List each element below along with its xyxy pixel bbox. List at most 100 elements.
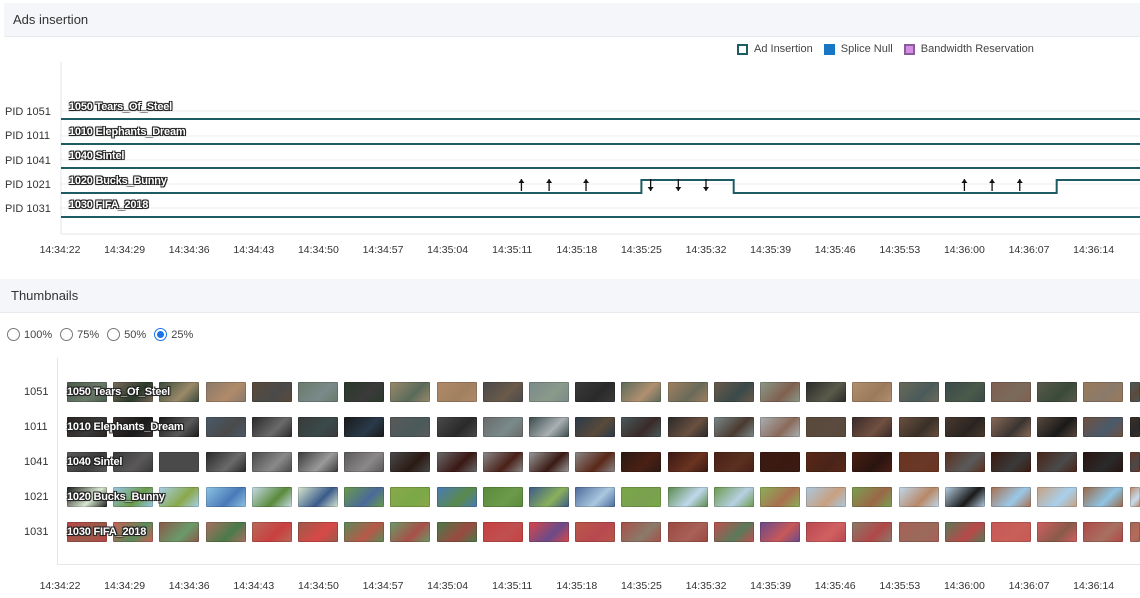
thumbnail-frame[interactable] — [667, 382, 708, 402]
thumbnail-frame[interactable] — [1129, 382, 1140, 402]
thumbnail-frame[interactable] — [436, 382, 477, 402]
thumbnail-frame[interactable] — [621, 382, 662, 402]
thumbnail-frame[interactable] — [760, 487, 800, 507]
thumbnail-frame[interactable] — [436, 522, 477, 542]
thumbnail-frame[interactable] — [898, 487, 939, 507]
zoom-option-100[interactable]: 100% — [7, 328, 52, 341]
thumbnail-frame[interactable] — [205, 487, 246, 507]
thumbnail-frame[interactable] — [1037, 522, 1078, 542]
thumbnail-frame[interactable] — [713, 487, 754, 507]
thumbnail-frame[interactable] — [991, 522, 1031, 542]
thumbnail-frame[interactable] — [991, 417, 1031, 437]
thumbnail-frame[interactable] — [713, 522, 754, 542]
thumbnail-frame[interactable] — [159, 452, 200, 472]
thumbnail-frame[interactable] — [667, 417, 708, 437]
thumbnail-frame[interactable] — [251, 382, 292, 402]
radio-button[interactable] — [60, 328, 74, 341]
thumbnail-frame[interactable] — [944, 452, 985, 472]
thumbnail-frame[interactable] — [436, 487, 477, 507]
thumbnail-frame[interactable] — [298, 452, 338, 472]
thumbnail-frame[interactable] — [852, 522, 893, 542]
thumbnail-frame[interactable] — [760, 382, 800, 402]
thumbnail-frame[interactable] — [159, 487, 200, 507]
legend-ad-insertion[interactable]: Ad Insertion — [737, 43, 813, 55]
thumbnail-frame[interactable] — [298, 522, 338, 542]
thumbnail-frame[interactable] — [159, 522, 200, 542]
thumbnail-frame[interactable] — [991, 382, 1031, 402]
thumbnail-frame[interactable] — [344, 417, 385, 437]
thumbnail-frame[interactable] — [1083, 417, 1124, 437]
thumbnail-frame[interactable] — [806, 522, 847, 542]
thumbnail-frame[interactable] — [713, 452, 754, 472]
thumbnail-frame[interactable] — [621, 452, 662, 472]
thumbnail-frame[interactable] — [852, 487, 893, 507]
thumbnail-frame[interactable] — [205, 522, 246, 542]
thumbnail-frame[interactable] — [1129, 522, 1140, 542]
thumbnail-frame[interactable] — [1037, 382, 1078, 402]
thumbnail-frame[interactable] — [852, 417, 893, 437]
thumbnail-frame[interactable] — [898, 522, 939, 542]
thumbnail-frame[interactable] — [806, 417, 847, 437]
thumbnail-frame[interactable] — [667, 487, 708, 507]
zoom-option-50[interactable]: 50% — [107, 328, 146, 341]
thumbnail-frame[interactable] — [344, 522, 385, 542]
thumbnail-frame[interactable] — [436, 452, 477, 472]
thumbnail-frame[interactable] — [575, 417, 616, 437]
thumbnail-frame[interactable] — [621, 487, 662, 507]
thumbnail-frame[interactable] — [529, 417, 569, 437]
thumbnail-frame[interactable] — [991, 487, 1031, 507]
thumbnail-frame[interactable] — [898, 417, 939, 437]
legend-splice-null[interactable]: Splice Null — [823, 43, 893, 55]
thumbnail-frame[interactable] — [1083, 382, 1124, 402]
thumbnail-frame[interactable] — [760, 452, 800, 472]
thumbnail-frame[interactable] — [529, 382, 569, 402]
thumbnail-frame[interactable] — [390, 452, 431, 472]
radio-button[interactable] — [107, 328, 121, 341]
thumbnail-frame[interactable] — [575, 487, 616, 507]
thumbnail-frame[interactable] — [482, 382, 523, 402]
thumbnail-frame[interactable] — [251, 417, 292, 437]
thumbnail-frame[interactable] — [1037, 417, 1078, 437]
zoom-option-25[interactable]: 25% — [154, 328, 193, 341]
thumbnail-frame[interactable] — [436, 417, 477, 437]
thumbnail-frame[interactable] — [344, 382, 385, 402]
thumbnail-frame[interactable] — [898, 452, 939, 472]
thumbnail-frame[interactable] — [482, 417, 523, 437]
thumbnail-frame[interactable] — [621, 417, 662, 437]
thumbnail-frame[interactable] — [298, 487, 338, 507]
thumbnail-frame[interactable] — [760, 522, 800, 542]
thumbnail-frame[interactable] — [390, 487, 431, 507]
thumbnail-frame[interactable] — [1083, 487, 1124, 507]
thumbnail-frame[interactable] — [852, 452, 893, 472]
thumbnail-frame[interactable] — [251, 522, 292, 542]
thumbnail-frame[interactable] — [251, 452, 292, 472]
thumbnail-frame[interactable] — [529, 522, 569, 542]
thumbnail-frame[interactable] — [1037, 487, 1078, 507]
thumbnail-frame[interactable] — [298, 417, 338, 437]
thumbnail-frame[interactable] — [667, 522, 708, 542]
radio-button[interactable] — [7, 328, 20, 341]
thumbnail-frame[interactable] — [806, 452, 847, 472]
thumbnail-frame[interactable] — [344, 452, 385, 472]
thumbnail-frame[interactable] — [482, 487, 523, 507]
thumbnail-frame[interactable] — [298, 382, 338, 402]
thumbnail-frame[interactable] — [205, 417, 246, 437]
thumbnail-frame[interactable] — [713, 417, 754, 437]
legend-bandwidth-reservation[interactable]: Bandwidth Reservation — [903, 43, 1034, 55]
thumbnail-frame[interactable] — [944, 417, 985, 437]
thumbnail-frame[interactable] — [1083, 452, 1124, 472]
thumbnail-frame[interactable] — [575, 522, 616, 542]
thumbnail-frame[interactable] — [482, 452, 523, 472]
thumbnail-frame[interactable] — [944, 522, 985, 542]
thumbnail-frame[interactable] — [529, 452, 569, 472]
radio-button[interactable] — [154, 328, 168, 341]
thumbnail-frame[interactable] — [575, 382, 616, 402]
thumbnail-frame[interactable] — [806, 487, 847, 507]
thumbnail-frame[interactable] — [205, 382, 246, 402]
thumbnail-frame[interactable] — [1129, 487, 1140, 507]
thumbnail-frame[interactable] — [344, 487, 385, 507]
thumbnail-frame[interactable] — [621, 522, 662, 542]
thumbnail-frame[interactable] — [1129, 452, 1140, 472]
thumbnail-frame[interactable] — [482, 522, 523, 542]
thumbnail-frame[interactable] — [991, 452, 1031, 472]
